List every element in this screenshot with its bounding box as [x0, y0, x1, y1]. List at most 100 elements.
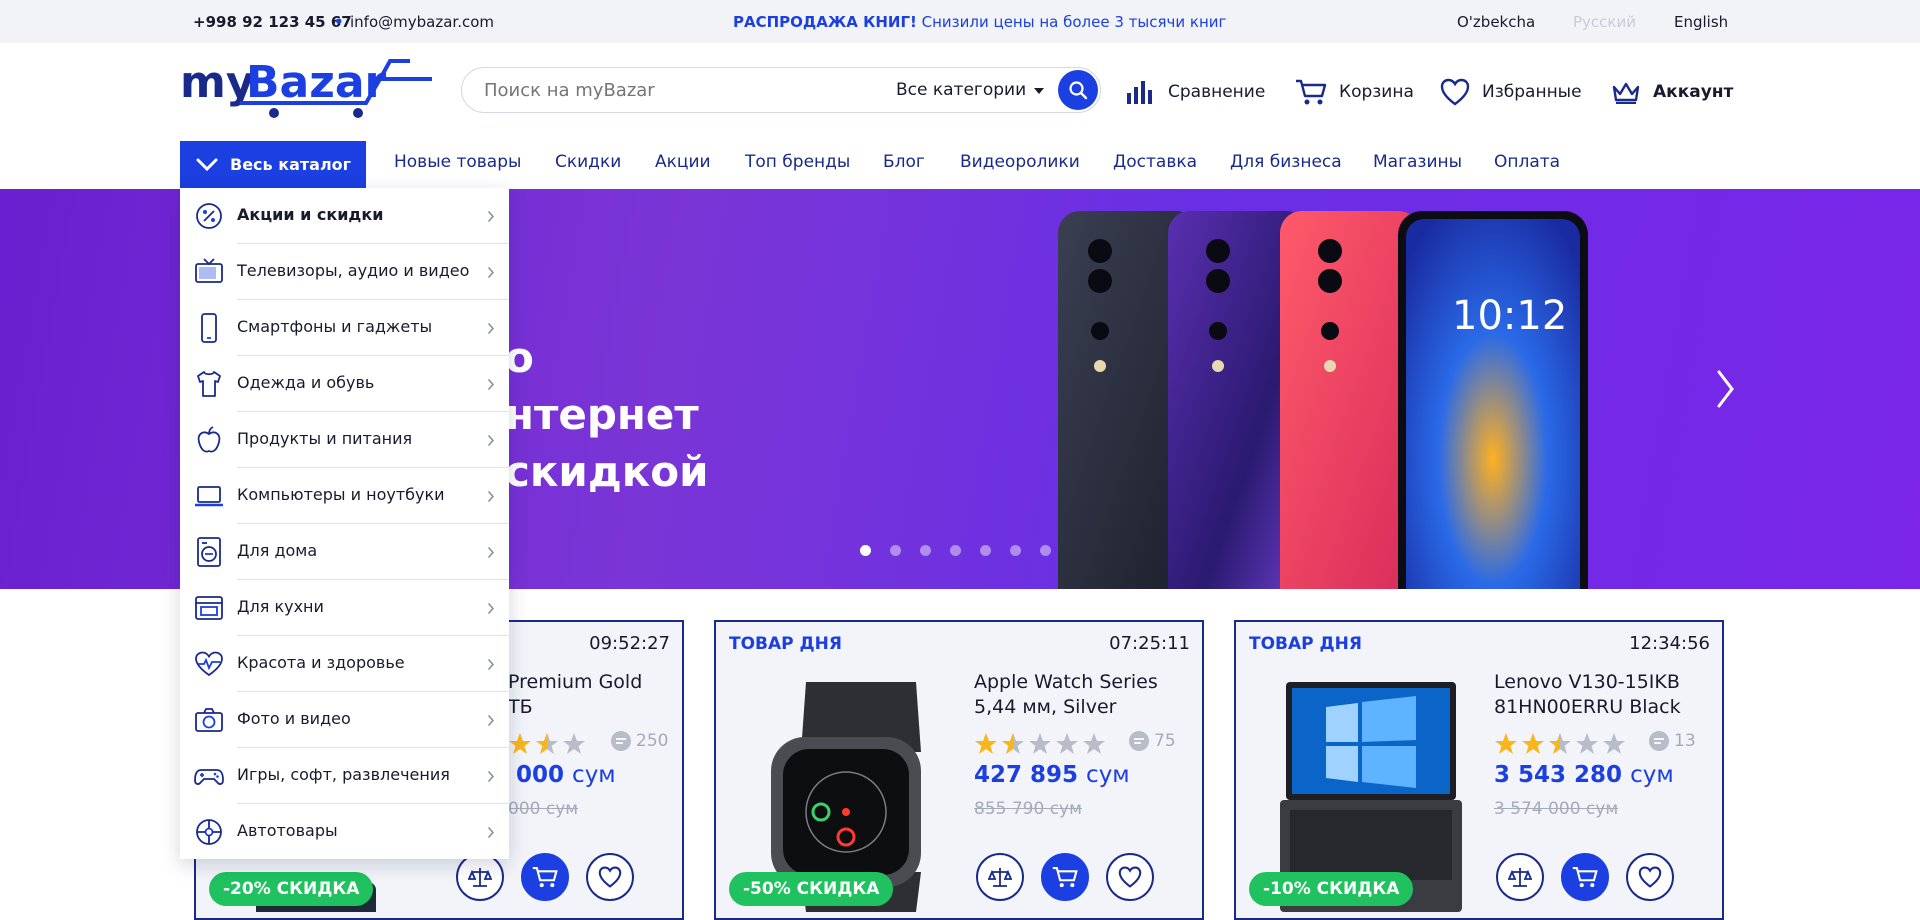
deal-timer: 07:25:11 [1109, 633, 1190, 654]
compare-label: Сравнение [1168, 82, 1266, 102]
nav-new-products[interactable]: Новые товары [394, 152, 521, 172]
price-currency: сум [572, 762, 616, 788]
laptop-icon [195, 486, 223, 507]
deal-card[interactable]: ТОВАР ДНЯ 12:34:56 Lenovo V130-15IKB 81H… [1234, 620, 1724, 920]
rating-stars [974, 732, 1106, 755]
nav-top-brands[interactable]: Топ бренды [745, 152, 850, 172]
catalog-item-label: Продукты и питания [237, 429, 413, 448]
catalog-item-computers[interactable]: Компьютеры и ноутбуки [180, 468, 509, 524]
catalog-item-kitchen[interactable]: Для кухни [180, 580, 509, 636]
chevron-right-icon [487, 434, 495, 447]
compare-link[interactable]: Сравнение [1126, 76, 1265, 108]
nav-blog[interactable]: Блог [883, 152, 925, 172]
reviews-value: 13 [1674, 731, 1696, 751]
phone-link[interactable]: +998 92 123 45 67 [193, 13, 352, 31]
catalog-item-promotions[interactable]: Акции и скидки [180, 188, 509, 244]
mybazar-logo[interactable]: my Bazar [180, 57, 432, 123]
slider-dot[interactable] [980, 545, 991, 556]
catalog-label: Весь каталог [230, 155, 352, 174]
catalog-item-label: Игры, софт, развлечения [237, 765, 450, 784]
product-name[interactable]: Lenovo V130-15IKB 81HN00ERRU Black [1494, 670, 1714, 720]
catalog-item-label: Акции и скидки [237, 205, 384, 224]
catalog-button[interactable]: Весь каталог [180, 141, 366, 188]
add-to-cart-button[interactable] [521, 853, 569, 901]
compare-button[interactable] [976, 853, 1024, 901]
washing-machine-icon [197, 537, 221, 567]
reviews-count[interactable]: 250 [610, 730, 668, 752]
slider-dot[interactable] [860, 545, 871, 556]
cart-icon [1572, 867, 1598, 888]
price-value: 427 895 [974, 762, 1079, 788]
price-currency: сум [1630, 762, 1674, 788]
product-name[interactable]: Premium Gold ТБ [508, 670, 728, 720]
catalog-item-photo[interactable]: Фото и видео [180, 692, 509, 748]
reviews-count[interactable]: 13 [1648, 730, 1696, 752]
reviews-count[interactable]: 75 [1128, 730, 1176, 752]
star-icon [563, 733, 585, 754]
slider-dots [860, 545, 1051, 556]
catalog-item-tv[interactable]: Телевизоры, аудио и видео [180, 244, 509, 300]
slider-dot[interactable] [1010, 545, 1021, 556]
deal-timer: 09:52:27 [589, 633, 670, 654]
chevron-right-icon [487, 826, 495, 839]
catalog-item-smartphones[interactable]: Смартфоны и гаджеты [180, 300, 509, 356]
lang-uzbek[interactable]: O'zbekcha [1457, 13, 1535, 31]
favorite-button[interactable] [586, 853, 634, 901]
product-name[interactable]: Apple Watch Series 5,44 мм, Silver [974, 670, 1194, 720]
chevron-right-icon [487, 378, 495, 391]
deal-timer: 12:34:56 [1629, 633, 1710, 654]
compare-button[interactable] [1496, 853, 1544, 901]
lang-english[interactable]: English [1674, 13, 1728, 31]
category-select[interactable]: Все категории [896, 80, 1026, 100]
banner-line: нтернет [505, 390, 699, 439]
nav-discounts[interactable]: Скидки [555, 152, 621, 172]
nav-business[interactable]: Для бизнеса [1230, 152, 1342, 172]
chevron-right-icon [487, 770, 495, 783]
catalog-item-games[interactable]: Игры, софт, развлечения [180, 748, 509, 804]
catalog-item-auto[interactable]: Автотовары [180, 804, 509, 860]
lang-russian[interactable]: Русский [1573, 13, 1636, 31]
catalog-item-label: Автотовары [237, 821, 338, 840]
slider-dot[interactable] [1040, 545, 1051, 556]
promo-title: РАСПРОДАЖА КНИГ! [733, 13, 917, 31]
favorite-button[interactable] [1626, 853, 1674, 901]
favorites-link[interactable]: Избранные [1440, 76, 1582, 108]
search-input[interactable] [484, 80, 864, 101]
banner-line: скидкой [505, 447, 709, 496]
catalog-item-clothing[interactable]: Одежда и обувь [180, 356, 509, 412]
email-link[interactable]: info@mybazar.com [350, 13, 494, 31]
catalog-item-food[interactable]: Продукты и питания [180, 412, 509, 468]
percent-badge-icon [196, 203, 222, 229]
heart-pulse-icon [195, 651, 223, 677]
cart-link[interactable]: Корзина [1295, 76, 1414, 108]
chevron-right-icon [487, 714, 495, 727]
add-to-cart-button[interactable] [1041, 853, 1089, 901]
nav-promotions[interactable]: Акции [655, 152, 711, 172]
discount-badge: -50% СКИДКА [729, 872, 894, 906]
slider-dot[interactable] [890, 545, 901, 556]
add-to-cart-button[interactable] [1561, 853, 1609, 901]
promo-link[interactable]: РАСПРОДАЖА КНИГ! Снизили цены на более 3… [733, 13, 1226, 31]
nav-videos[interactable]: Видеоролики [960, 152, 1080, 172]
deal-card[interactable]: ТОВАР ДНЯ 07:25:11 Apple Watch Series 5,… [714, 620, 1204, 920]
search-button[interactable] [1058, 70, 1098, 110]
favorite-button[interactable] [1106, 853, 1154, 901]
star-icon [1576, 733, 1598, 754]
compare-button[interactable] [456, 853, 504, 901]
nav-stores[interactable]: Магазины [1373, 152, 1462, 172]
slider-dot[interactable] [920, 545, 931, 556]
deal-label: ТОВАР ДНЯ [729, 634, 842, 654]
slider-dot[interactable] [950, 545, 961, 556]
heart-icon [1638, 866, 1662, 888]
catalog-item-beauty[interactable]: Красота и здоровье [180, 636, 509, 692]
star-half-icon [1002, 733, 1024, 754]
cart-icon [1296, 79, 1327, 105]
chevron-right-icon[interactable] [1716, 369, 1736, 409]
chevron-right-icon [487, 658, 495, 671]
nav-delivery[interactable]: Доставка [1113, 152, 1197, 172]
old-price: 000 сум [508, 799, 579, 819]
catalog-item-home[interactable]: Для дома [180, 524, 509, 580]
account-link[interactable]: Аккаунт [1611, 76, 1733, 108]
chevron-right-icon [487, 602, 495, 615]
nav-payment[interactable]: Оплата [1494, 152, 1560, 172]
